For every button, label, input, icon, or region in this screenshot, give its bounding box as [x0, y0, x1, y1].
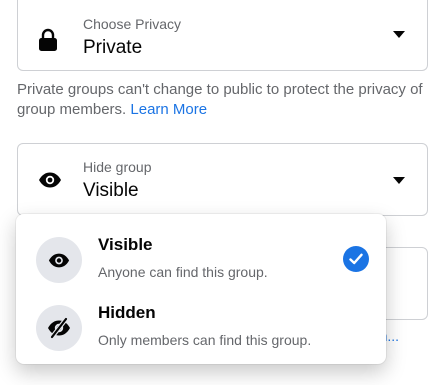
menu-item-visible[interactable]: Visible Anyone can find this group.: [16, 224, 386, 290]
lock-icon: [38, 28, 58, 57]
privacy-description: Private groups can't change to public to…: [17, 80, 432, 120]
privacy-description-text: Private groups can't change to public to…: [17, 81, 423, 118]
hide-group-label: Hide group: [83, 159, 152, 175]
checkmark-icon: [343, 246, 369, 272]
privacy-value: Private: [83, 37, 143, 58]
menu-item-subtitle: Anyone can find this group.: [98, 264, 268, 280]
eye-slash-icon: [36, 305, 82, 351]
learn-more-link[interactable]: Learn More: [130, 101, 207, 118]
eye-icon: [36, 237, 82, 283]
caret-down-icon[interactable]: [393, 31, 405, 38]
menu-item-subtitle: Only members can find this group.: [98, 332, 312, 348]
hide-group-select[interactable]: Hide group Visible: [17, 143, 428, 216]
caret-down-icon[interactable]: [393, 177, 405, 184]
group-privacy-settings: Choose Privacy Private Private groups ca…: [0, 0, 446, 385]
menu-item-title: Visible: [98, 235, 153, 254]
hide-group-value: Visible: [83, 180, 139, 201]
menu-item-title: Hidden: [98, 303, 156, 322]
eye-icon: [38, 172, 62, 193]
menu-item-hidden[interactable]: Hidden Only members can find this group.: [16, 292, 386, 358]
visibility-dropdown-menu: Visible Anyone can find this group. Hidd…: [16, 214, 386, 364]
privacy-select[interactable]: Choose Privacy Private: [17, 0, 428, 71]
privacy-label: Choose Privacy: [83, 16, 182, 32]
